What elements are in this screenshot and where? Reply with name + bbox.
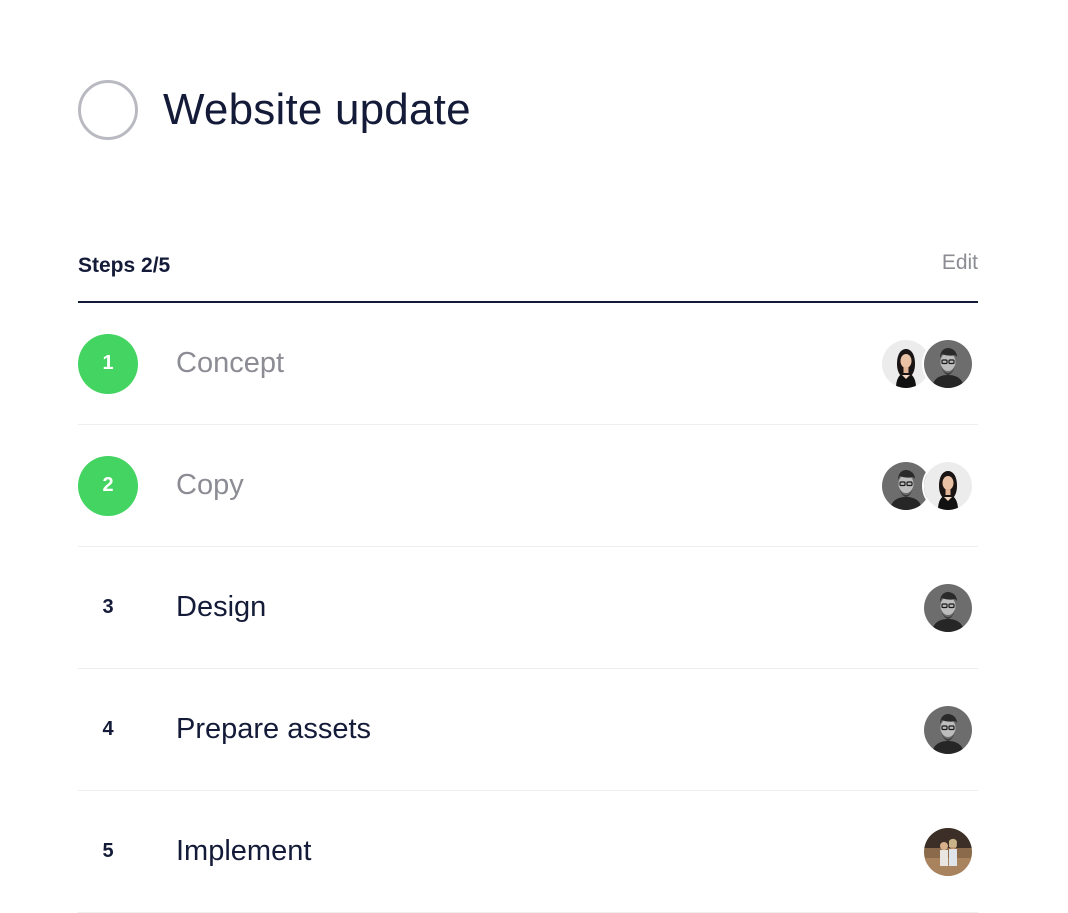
task-header: Website update	[78, 80, 471, 140]
step-name: Copy	[176, 469, 244, 501]
assignee-avatars	[880, 337, 974, 390]
assignee-avatars	[922, 825, 974, 878]
complete-task-checkbox[interactable]	[78, 80, 138, 140]
step-number-badge[interactable]: 3	[78, 578, 138, 638]
man-avatar[interactable]	[922, 703, 974, 756]
task-title: Website update	[163, 85, 471, 134]
step-row[interactable]: 4 Prepare assets	[78, 669, 978, 791]
step-name: Concept	[176, 347, 285, 379]
couple-avatar[interactable]	[922, 825, 974, 878]
step-name: Implement	[176, 835, 312, 867]
step-number-badge[interactable]: 4	[78, 700, 138, 760]
man-avatar[interactable]	[922, 337, 974, 390]
step-row[interactable]: 1 Concept	[78, 303, 978, 425]
step-number-badge[interactable]: 1	[78, 333, 138, 394]
step-row[interactable]: 5 Implement	[78, 791, 978, 913]
step-number-badge[interactable]: 5	[78, 822, 138, 882]
assignee-avatars	[922, 703, 974, 756]
steps-progress-label: Steps 2/5	[78, 254, 171, 277]
step-number-badge[interactable]: 2	[78, 455, 138, 516]
man-avatar[interactable]	[922, 581, 974, 634]
step-list: 1 Concept 2 Copy 3 Design 4 Prepare asse…	[78, 303, 978, 913]
assignee-avatars	[880, 459, 974, 512]
edit-steps-button[interactable]: Edit	[942, 245, 978, 275]
step-row[interactable]: 2 Copy	[78, 425, 978, 547]
woman-avatar[interactable]	[922, 459, 974, 512]
steps-header: Steps 2/5 Edit	[78, 245, 978, 303]
step-row[interactable]: 3 Design	[78, 547, 978, 669]
step-name: Design	[176, 591, 267, 623]
assignee-avatars	[922, 581, 974, 634]
step-name: Prepare assets	[176, 713, 372, 745]
